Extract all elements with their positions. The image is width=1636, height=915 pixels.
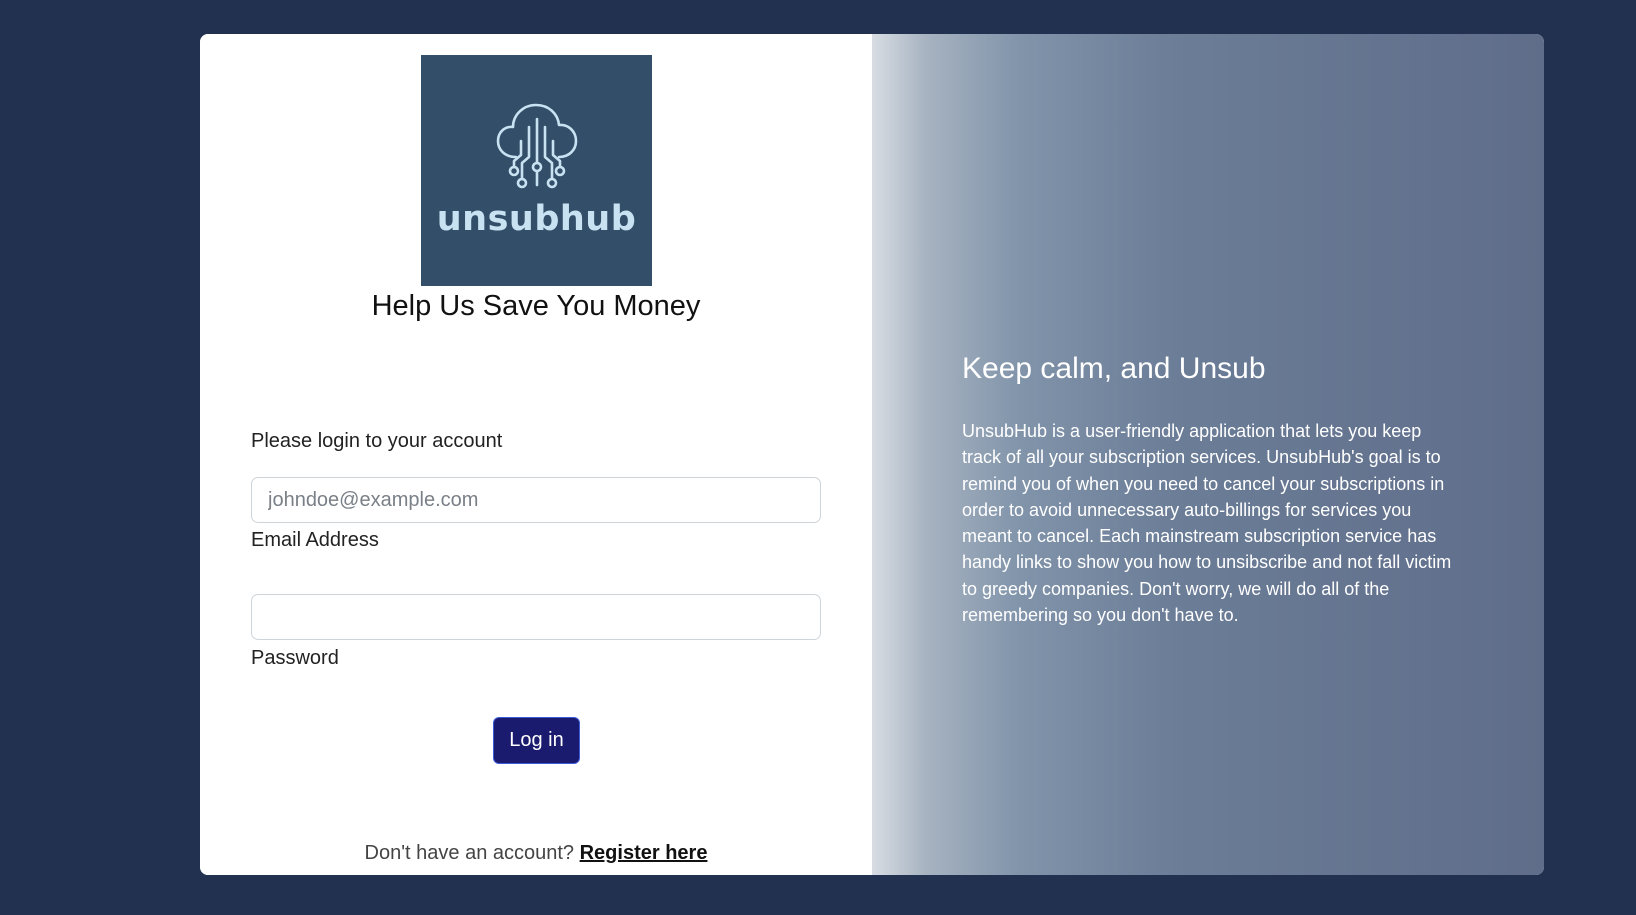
logo-wordmark: unsubhub [436,199,637,239]
register-prompt: Don't have an account? [364,842,580,864]
register-row: Don't have an account? Register here [200,842,872,865]
info-description: UnsubHub is a user-friendly application … [962,421,1452,626]
info-title: Keep calm, and Unsub [962,352,1266,385]
login-panel: unsubhub Help Us Save You Money Please l… [200,34,872,875]
login-button[interactable]: Log in [493,717,580,764]
cloud-circuit-icon [496,103,577,189]
email-label: Email Address [251,529,379,551]
info-panel: Keep calm, and Unsub UnsubHub is a user-… [872,34,1544,875]
email-input[interactable] [251,477,821,523]
register-link[interactable]: Register here [580,842,708,864]
login-prompt: Please login to your account [251,430,503,452]
password-label: Password [251,647,339,669]
password-input[interactable] [251,594,821,640]
page-title: Help Us Save You Money [371,290,701,322]
unsubhub-logo: unsubhub [421,55,652,286]
login-card: unsubhub Help Us Save You Money Please l… [200,34,1544,875]
